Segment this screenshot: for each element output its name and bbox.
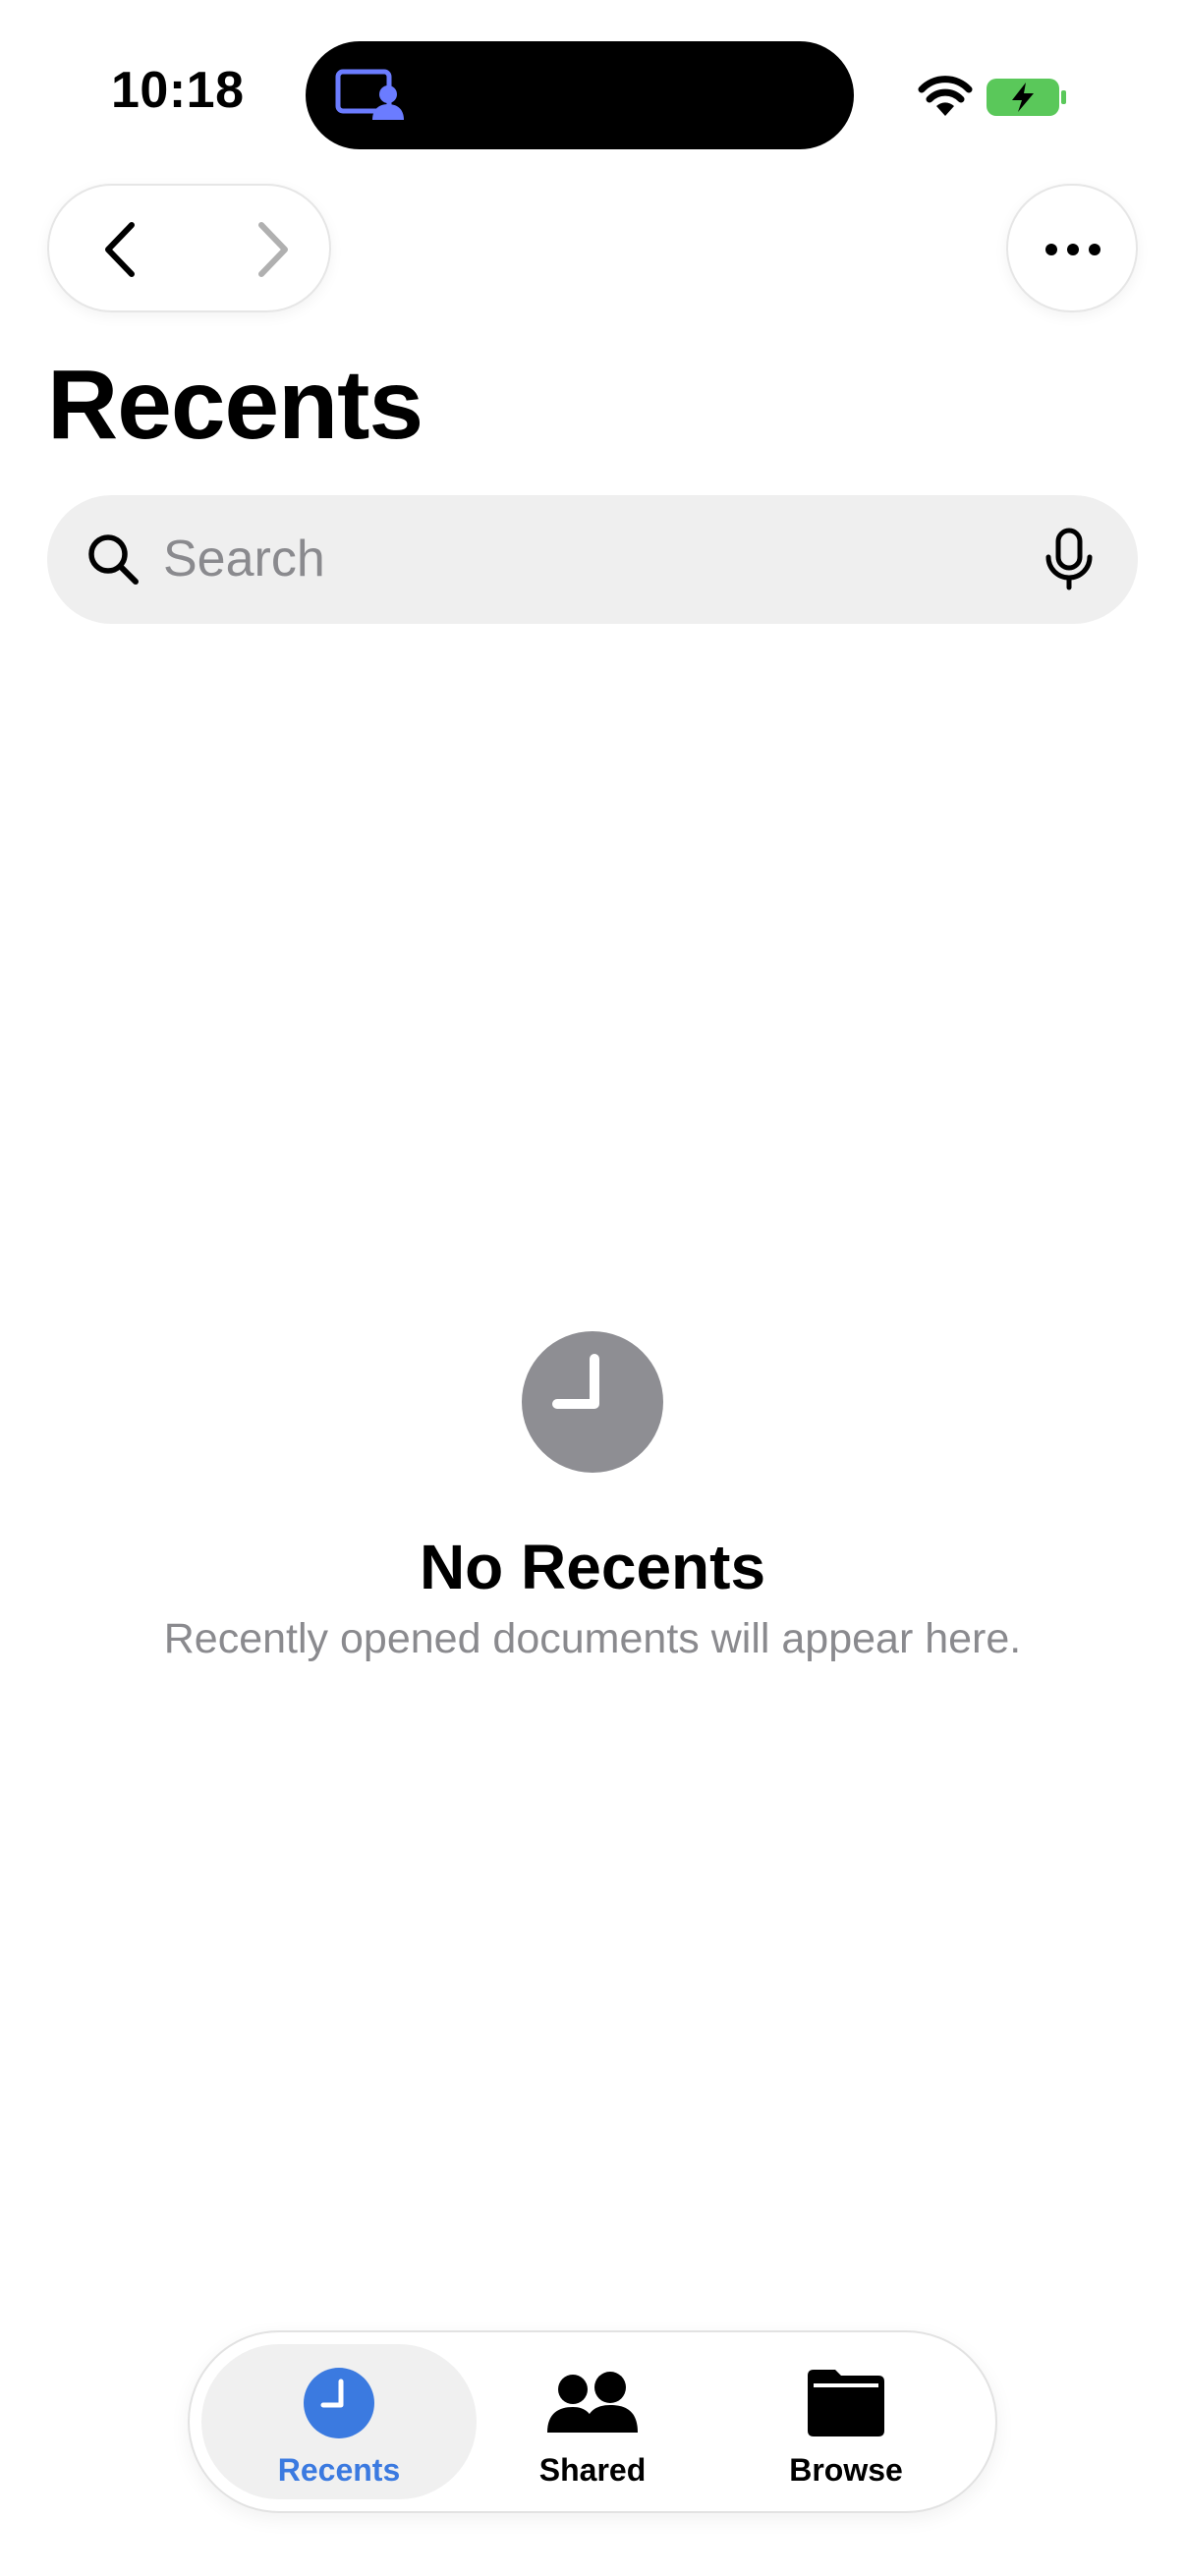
empty-state-title: No Recents [419, 1532, 766, 1602]
tab-label: Recents [277, 2452, 401, 2488]
ellipsis-icon [1045, 244, 1100, 255]
forward-chevron-icon[interactable] [236, 215, 305, 284]
tab-recents[interactable]: Recents [201, 2332, 477, 2511]
empty-state-subtitle: Recently opened documents will appear he… [163, 1615, 1022, 1662]
battery-charging-icon [987, 79, 1066, 116]
tab-shared[interactable]: Shared [484, 2332, 701, 2511]
tab-label: Browse [789, 2452, 903, 2488]
search-icon [88, 534, 139, 585]
tab-bar: Recents Shared Browse [188, 2330, 997, 2513]
search-input[interactable] [163, 525, 1008, 593]
more-options-button[interactable] [1006, 184, 1138, 312]
tab-browse[interactable]: Browse [728, 2332, 964, 2511]
back-chevron-icon[interactable] [88, 215, 157, 284]
screen-sharing-icon [335, 69, 404, 120]
files-recents-screen: 10:18 Recents Search No Recents Recently… [0, 0, 1185, 2576]
tab-label: Shared [538, 2452, 647, 2488]
wifi-icon [918, 76, 973, 116]
page-title: Recents [47, 350, 423, 460]
navigation-pill [47, 184, 331, 312]
people-icon [547, 2372, 638, 2433]
folder-icon [808, 2370, 884, 2436]
status-time: 10:18 [111, 62, 245, 119]
clock-icon [304, 2368, 374, 2438]
search-bar[interactable] [47, 495, 1138, 624]
dynamic-island [306, 41, 854, 149]
microphone-icon[interactable] [1040, 528, 1099, 590]
clock-icon [522, 1331, 663, 1473]
